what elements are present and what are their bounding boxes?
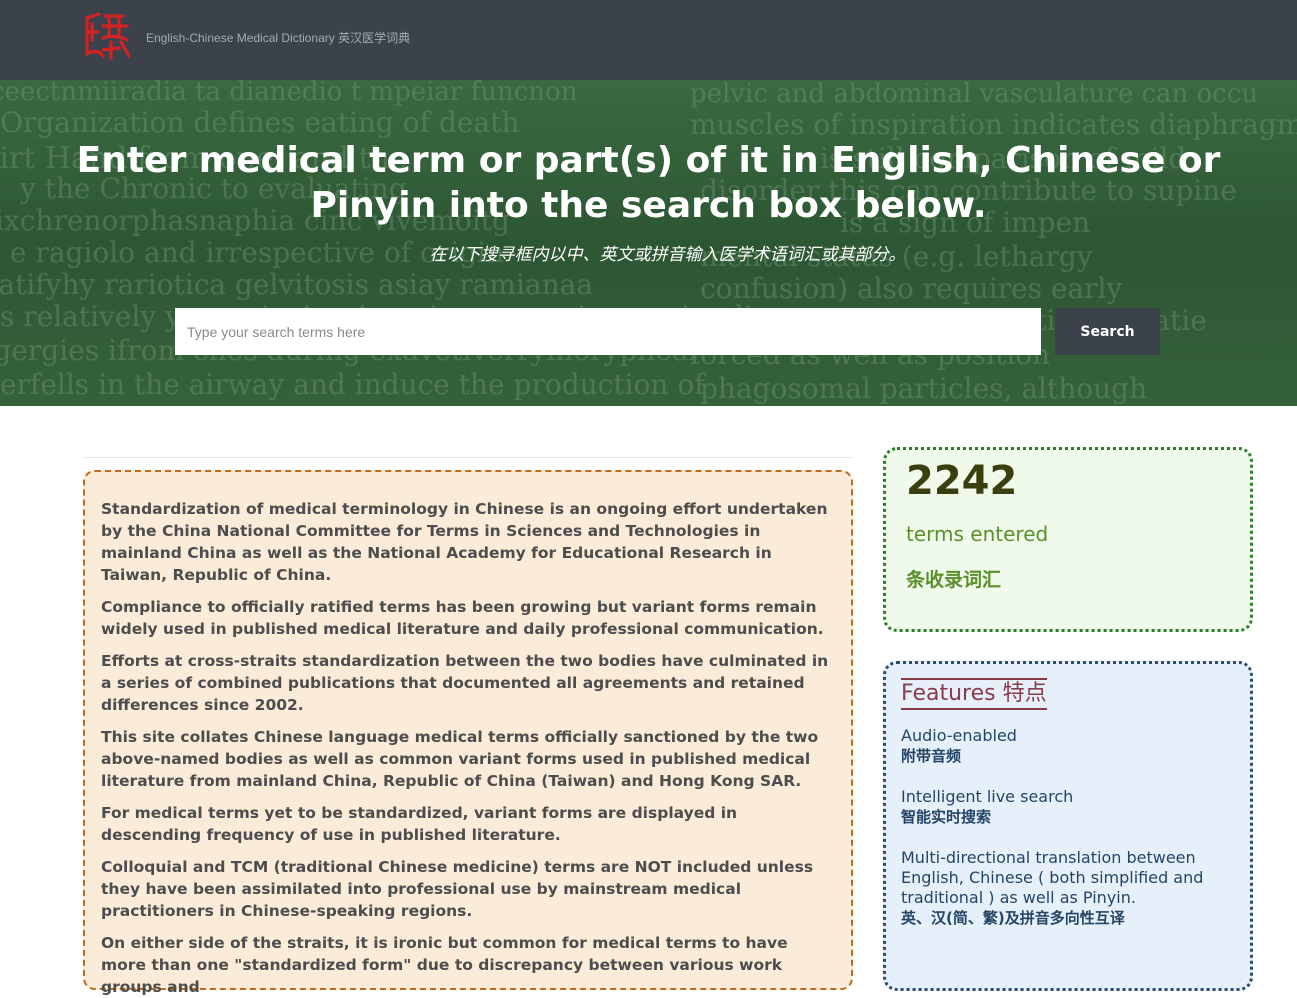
svg-text:muscles of inspiration indicat: muscles of inspiration indicates diaphra… <box>690 108 1297 141</box>
search-input[interactable] <box>175 308 1041 355</box>
search-button[interactable]: Search <box>1055 308 1160 355</box>
about-paragraph: Standardization of medical terminology i… <box>101 500 828 584</box>
red-seal-logo-icon[interactable] <box>83 10 131 62</box>
features-panel: Features 特点 Audio-enabled 附带音频 Intellige… <box>883 661 1253 991</box>
term-count-label-en: terms entered <box>906 522 1049 546</box>
hero-title: Enter medical term or part(s) of it in E… <box>76 140 1221 226</box>
about-paragraph: On either side of the straits, it is iro… <box>101 934 788 996</box>
feature-label-en: Intelligent live search <box>901 787 1074 806</box>
feature-label-en: Multi-directional translation between En… <box>901 848 1204 907</box>
svg-text:Organization defines eating of: Organization defines eating of death <box>0 106 519 139</box>
feature-label-zh: 英、汉(简、繁)及拼音多向性互译 <box>901 909 1125 927</box>
term-count-label-zh: 条收录词汇 <box>906 569 1002 591</box>
feature-label-zh: 智能实时搜索 <box>901 808 992 826</box>
feature-label-en: Audio-enabled <box>901 726 1017 745</box>
term-count-number: 2242 <box>906 458 1018 504</box>
about-paragraph: Compliance to officially ratified terms … <box>101 598 824 638</box>
svg-text:erfells in the airway and indu: erfells in the airway and induce the pro… <box>0 368 707 401</box>
svg-text:pelvic and abdominal vasculatu: pelvic and abdominal vasculature can occ… <box>690 80 1258 109</box>
feature-item: Intelligent live search 智能实时搜索 <box>901 787 1235 827</box>
hero-banner: ceectnmiiradia ta dianedio t mpeiar func… <box>0 80 1297 406</box>
svg-text:phagosomal particles, although: phagosomal particles, although <box>700 372 1147 405</box>
divider <box>83 457 853 458</box>
feature-label-zh: 附带音频 <box>901 747 962 765</box>
about-panel: Standardization of medical terminology i… <box>83 470 853 996</box>
about-paragraph: This site collates Chinese language medi… <box>101 728 819 790</box>
about-paragraph: Efforts at cross-straits standardization… <box>101 652 829 714</box>
feature-item: Multi-directional translation between En… <box>901 848 1235 928</box>
about-paragraph: Colloquial and TCM (traditional Chinese … <box>101 858 814 920</box>
svg-text:ceectnmiiradia ta dianedio t m: ceectnmiiradia ta dianedio t mpeiar func… <box>0 80 578 107</box>
site-title[interactable]: English-Chinese Medical Dictionary 英汉医学词… <box>146 29 410 46</box>
svg-text:ratifyhy rariotica gelvitosis: ratifyhy rariotica gelvitosis asiay rami… <box>0 268 593 301</box>
hero-subtitle: 在以下搜寻框内以中、英文或拼音输入医学术语词汇或其部分。 <box>429 245 906 265</box>
term-count-panel: 2242 terms entered 条收录词汇 <box>883 447 1253 632</box>
about-paragraph: For medical terms yet to be standardized… <box>101 804 738 844</box>
top-navbar: English-Chinese Medical Dictionary 英汉医学词… <box>0 0 1297 80</box>
features-heading: Features 特点 <box>901 678 1047 710</box>
feature-item: Audio-enabled 附带音频 <box>901 726 1235 766</box>
